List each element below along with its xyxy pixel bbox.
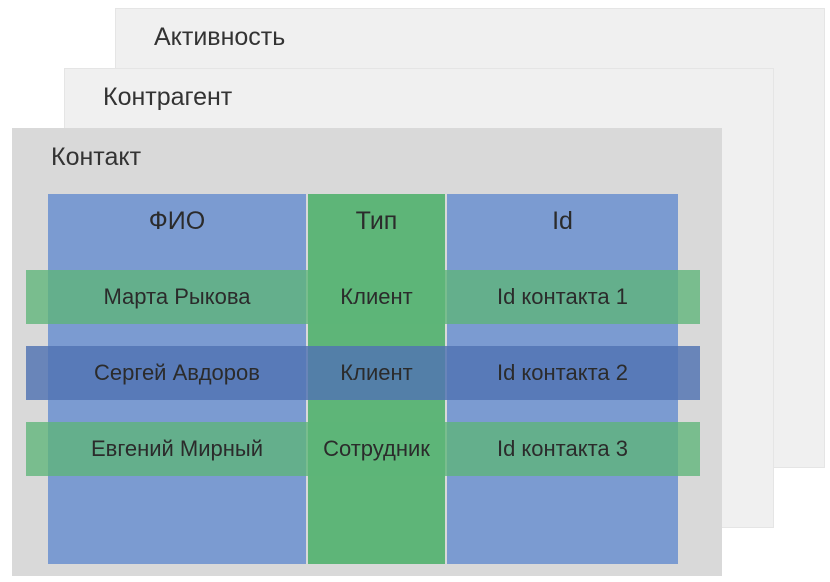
cell-id: Id контакта 1: [447, 270, 678, 324]
cell-type: Сотрудник: [308, 422, 445, 476]
diagram-stage: Активность Контрагент Контакт ФИО Тип Id…: [0, 0, 830, 582]
pane-contact: Контакт ФИО Тип Id Марта Рыкова Клиент I…: [12, 128, 722, 576]
cell-type: Клиент: [308, 270, 445, 324]
header-id: Id: [447, 194, 678, 248]
cell-name: Марта Рыкова: [48, 270, 306, 324]
table-row: Марта Рыкова Клиент Id контакта 1: [48, 270, 678, 324]
table-header: ФИО Тип Id: [48, 194, 678, 248]
table-row: Сергей Авдоров Клиент Id контакта 2: [48, 346, 678, 400]
cell-id: Id контакта 3: [447, 422, 678, 476]
pane-contact-title: Контакт: [13, 129, 721, 172]
pane-activity-title: Активность: [116, 9, 824, 52]
cell-name: Евгений Мирный: [48, 422, 306, 476]
pane-counterparty-title: Контрагент: [65, 69, 773, 112]
header-name: ФИО: [48, 194, 306, 248]
header-type: Тип: [308, 194, 445, 248]
cell-type: Клиент: [308, 346, 445, 400]
cell-id: Id контакта 2: [447, 346, 678, 400]
cell-name: Сергей Авдоров: [48, 346, 306, 400]
table-row: Евгений Мирный Сотрудник Id контакта 3: [48, 422, 678, 476]
contact-table: ФИО Тип Id Марта Рыкова Клиент Id контак…: [48, 194, 678, 564]
